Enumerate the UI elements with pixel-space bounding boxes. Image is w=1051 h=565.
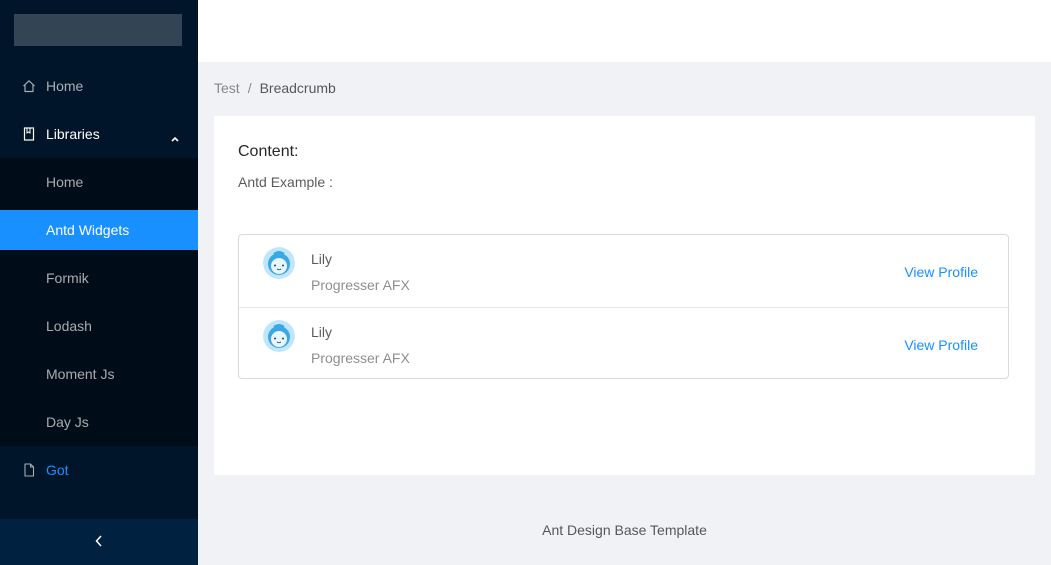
breadcrumb: Test / Breadcrumb [214,80,336,96]
file-icon [22,463,36,477]
sidebar-subitem-home[interactable]: Home [0,162,198,202]
sidebar-item-label: Home [46,78,84,94]
home-icon [22,79,36,93]
list-item-name: Lily [311,324,333,340]
list-item-description: Progresser AFX [311,277,410,293]
content-subtitle: Antd Example : [238,174,333,190]
list-item: Lily Progresser AFX View Profile [239,235,1010,308]
sidebar-item-label: Got [46,462,69,478]
sidebar-subitem-lodash[interactable]: Lodash [0,306,198,346]
book-icon [22,127,36,141]
list-item-description: Progresser AFX [311,350,410,366]
sidebar-subitem-moment-js[interactable]: Moment Js [0,354,198,394]
logo [14,14,182,46]
sidebar-item-home[interactable]: Home [0,66,198,106]
app-layout: Home Libraries Home Antd Widgets Formik … [0,0,1051,565]
sidebar-subitem-antd-widgets[interactable]: Antd Widgets [0,210,198,250]
sidebar-subitem-formik[interactable]: Formik [0,258,198,298]
content-panel: Content: Antd Example : Lily Progresser … [214,116,1035,475]
sidebar-item-label: Libraries [46,126,100,142]
sidebar-item-label: Moment Js [46,366,115,382]
chevron-up-icon [170,130,180,142]
breadcrumb-item-current: Breadcrumb [259,80,336,96]
view-profile-link[interactable]: View Profile [904,337,978,353]
sidebar-item-libraries[interactable]: Libraries [0,114,198,154]
sidebar-item-label: Day Js [46,414,89,430]
sidebar-item-label: Formik [46,270,89,286]
sidebar-item-label: Antd Widgets [46,222,130,238]
header [198,0,1051,62]
breadcrumb-item-test[interactable]: Test [214,80,240,96]
sidebar-collapse-button[interactable] [0,519,198,565]
list-item: Lily Progresser AFX View Profile [239,308,1010,380]
list-item-name: Lily [311,251,333,267]
sidebar-item-got[interactable]: Got [0,450,198,490]
sidebar-subitem-day-js[interactable]: Day Js [0,402,198,442]
sidebar: Home Libraries Home Antd Widgets Formik … [0,0,198,565]
avatar [263,320,295,352]
profile-list: Lily Progresser AFX View Profile Lily Pr… [238,234,1010,380]
sidebar-item-label: Lodash [46,318,92,334]
view-profile-link[interactable]: View Profile [904,264,978,280]
sidebar-item-label: Home [46,174,84,190]
content-title: Content: [238,143,299,160]
breadcrumb-separator: / [247,80,252,96]
chevron-left-icon [94,534,104,551]
avatar [263,247,295,279]
footer-text: Ant Design Base Template [542,522,707,538]
